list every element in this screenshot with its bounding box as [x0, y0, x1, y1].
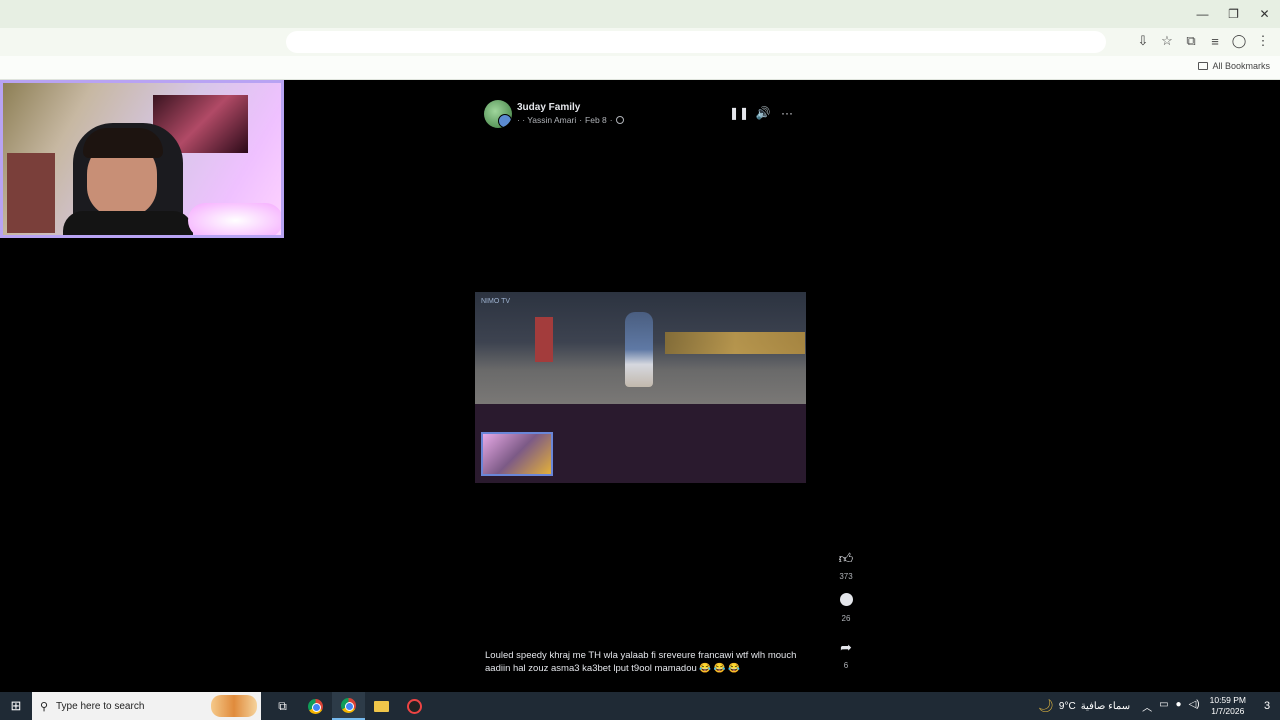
close-button[interactable]: ✕ [1249, 0, 1280, 28]
recorder-icon[interactable] [398, 692, 431, 720]
post-actions: 👍︎ 373 26 ➦ 6 [834, 546, 858, 682]
webcam-shirt [63, 211, 193, 235]
menu-icon[interactable]: ⋮ [1254, 32, 1272, 50]
comment-count: 26 [841, 614, 851, 623]
system-tray: 🌙︎ 9°C سماء صافية ︿ ▭ ● ◁) 10:59 PM 1/7/… [1037, 692, 1280, 720]
like-icon[interactable]: 👍︎ [834, 546, 858, 570]
post-meta: · · Yassin Amari · Feb 8 · [517, 115, 624, 125]
like-action[interactable]: 👍︎ 373 [834, 546, 858, 581]
notification-icon[interactable]: 3 [1254, 692, 1280, 720]
window-controls: — ❐ ✕ [1187, 0, 1280, 28]
network-icon[interactable]: ▭ [1159, 699, 1168, 714]
extensions-icon[interactable]: ⧉ [1182, 32, 1200, 50]
author-avatar [498, 114, 512, 128]
bookmarks-bar: All Bookmarks [0, 56, 1280, 80]
weather-widget[interactable]: 🌙︎ 9°C سماء صافية [1037, 698, 1130, 714]
profile-icon[interactable]: ◯ [1230, 32, 1248, 50]
all-bookmarks-button[interactable]: All Bookmarks [1198, 61, 1270, 71]
like-count: 373 [839, 572, 853, 581]
post-header: 3uday Family · · Yassin Amari · Feb 8 · … [484, 100, 800, 128]
restore-button[interactable]: ❐ [1218, 0, 1249, 28]
author-name[interactable]: · · Yassin Amari [517, 115, 576, 125]
browser-titlebar: — ❐ ✕ [0, 0, 1280, 28]
notification-count: 3 [1263, 700, 1271, 712]
task-view-icon[interactable]: ⧉ [266, 692, 299, 720]
speaker-icon[interactable]: ◁) [1189, 699, 1200, 714]
moon-icon: 🌙︎ [1037, 698, 1054, 713]
star-icon[interactable]: ☆ [1158, 32, 1176, 50]
meta-separator: · [579, 115, 583, 125]
webcam-shelf [7, 153, 55, 233]
chevron-up-icon[interactable]: ︿ [1142, 699, 1152, 714]
share-icon[interactable]: ➦ [834, 635, 858, 659]
comment-icon[interactable] [839, 593, 853, 606]
chrome-active-icon[interactable] [332, 692, 365, 720]
address-bar[interactable] [286, 31, 1106, 53]
clock-time: 10:59 PM [1209, 695, 1246, 705]
folder-icon [1198, 62, 1209, 70]
video-lights [665, 332, 805, 354]
chrome-icon[interactable] [299, 692, 332, 720]
streamer-webcam-overlay [0, 80, 284, 238]
tray-icons: ︿ ▭ ● ◁) [1142, 699, 1200, 714]
clock-date: 1/7/2026 [1211, 706, 1245, 716]
page-name[interactable]: 3uday Family [517, 102, 580, 113]
date-separator: · [609, 115, 613, 125]
share-count: 6 [843, 661, 849, 670]
browser-toolbar: ⇩ ☆ ⧉ ≡ ◯ ⋮ [0, 28, 1280, 56]
weather-temp: 9°C [1058, 700, 1076, 712]
install-icon[interactable]: ⇩ [1134, 32, 1152, 50]
file-explorer-icon[interactable] [365, 692, 398, 720]
windows-taskbar: ⊞ ⚲ Type here to search ⧉ 🌙︎ 9°C سماء صا… [0, 692, 1280, 720]
post-caption: Louled speedy khraj me TH wla yalaab fi … [485, 650, 797, 674]
search-icon: ⚲ [39, 700, 49, 713]
taskbar-search[interactable]: ⚲ Type here to search [32, 692, 261, 720]
webcam-light [188, 203, 281, 235]
share-action[interactable]: ➦ 6 [834, 635, 858, 670]
clock[interactable]: 10:59 PM 1/7/2026 [1210, 695, 1246, 717]
minimize-button[interactable]: — [1187, 0, 1218, 28]
weather-text: سماء صافية [1080, 700, 1131, 712]
video-controls: ❚❚ 🔊 ··· [729, 106, 794, 120]
search-highlight-image [211, 695, 257, 717]
more-options-icon[interactable]: ··· [780, 106, 794, 120]
video-character [625, 312, 653, 387]
globe-icon [615, 116, 624, 124]
video-character-left [535, 317, 553, 362]
all-bookmarks-label: All Bookmarks [1212, 61, 1270, 71]
page-content: 3uday Family · · Yassin Amari · Feb 8 · … [0, 80, 1280, 692]
windows-start-icon[interactable]: ⊞ [0, 692, 32, 720]
video-watermark: NIMO TV [481, 298, 511, 305]
microphone-icon[interactable]: ● [1176, 699, 1182, 714]
search-placeholder: Type here to search [56, 700, 145, 712]
webcam-hair [83, 128, 163, 158]
volume-icon[interactable]: 🔊 [756, 106, 771, 120]
comment-action[interactable]: 26 [834, 593, 858, 623]
media-icon[interactable]: ≡ [1206, 32, 1224, 50]
pause-icon[interactable]: ❚❚ [729, 106, 749, 120]
post-date[interactable]: Feb 8 [585, 115, 607, 125]
taskbar-apps: ⧉ [266, 692, 431, 720]
page-avatar[interactable] [484, 100, 512, 128]
video-player[interactable]: NIMO TV [475, 292, 806, 483]
video-webcam-inset [481, 432, 553, 476]
